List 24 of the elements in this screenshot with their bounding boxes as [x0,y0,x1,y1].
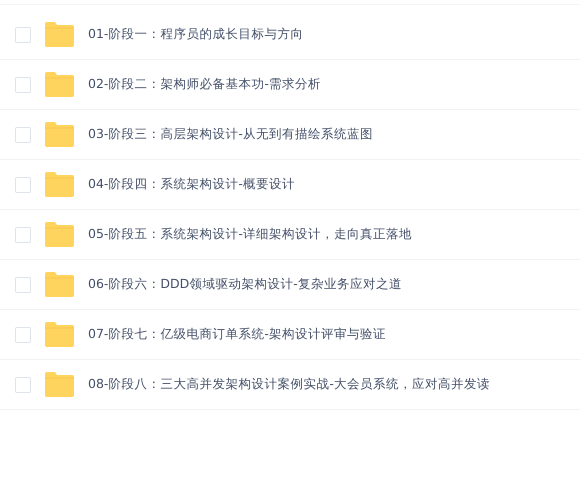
folder-name[interactable]: 03-阶段三：高层架构设计-从无到有描绘系统蓝图 [88,126,373,143]
folder-icon [45,272,74,297]
checkbox[interactable] [15,326,31,342]
folder-name[interactable]: 04-阶段四：系统架构设计-概要设计 [88,176,295,193]
checkbox[interactable] [15,276,31,292]
folder-icon [45,172,74,197]
folder-name[interactable]: 06-阶段六：DDD领域驱动架构设计-复杂业务应对之道 [88,276,402,293]
folder-icon [45,122,74,147]
folder-icon [45,72,74,97]
folder-icon [45,222,74,247]
folder-name[interactable]: 08-阶段八：三大高并发架构设计案例实战-大会员系统，应对高并发读 [88,376,490,393]
checkbox[interactable] [15,376,31,392]
folder-name[interactable]: 05-阶段五：系统架构设计-详细架构设计，走向真正落地 [88,226,412,243]
folder-name[interactable]: 01-阶段一：程序员的成长目标与方向 [88,26,304,43]
checkbox[interactable] [15,76,31,92]
folder-name[interactable]: 02-阶段二：架构师必备基本功-需求分析 [88,76,321,93]
checkbox[interactable] [15,126,31,142]
checkbox[interactable] [15,226,31,242]
folder-name[interactable]: 07-阶段七：亿级电商订单系统-架构设计评审与验证 [88,326,386,343]
checkbox[interactable] [15,26,31,42]
folder-icon [45,22,74,47]
folder-icon [45,322,74,347]
folder-icon [45,372,74,397]
checkbox[interactable] [15,176,31,192]
